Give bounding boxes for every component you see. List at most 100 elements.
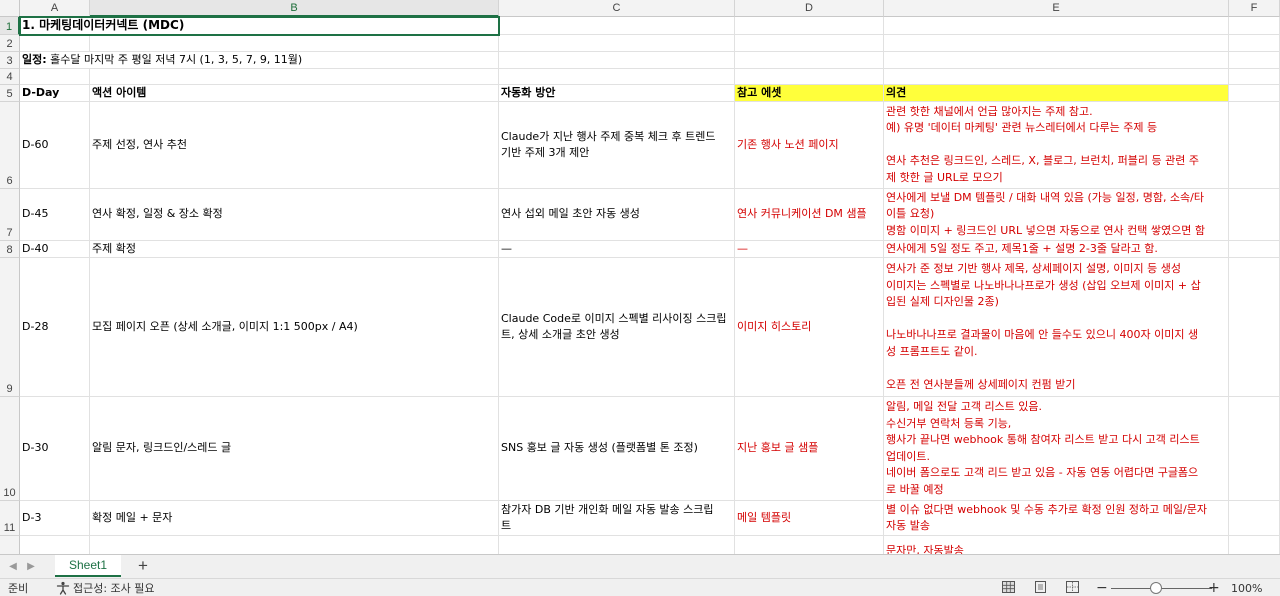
col-header-e[interactable]: E	[884, 0, 1229, 17]
table-cell-dday[interactable]: D-45	[20, 189, 90, 241]
table-cell-opinion[interactable]: 연사에게 5일 정도 주고, 제목1줄 + 설명 2-3줄 달라고 함.	[884, 241, 1229, 258]
cell[interactable]	[1229, 189, 1280, 241]
sheet-tab-sheet1[interactable]: Sheet1	[55, 555, 121, 577]
cell[interactable]	[735, 52, 884, 69]
cell[interactable]	[499, 52, 735, 69]
col-header-a[interactable]: A	[20, 0, 90, 17]
table-cell-dday[interactable]: D-30	[20, 397, 90, 501]
table-cell-asset[interactable]: 이미지 히스토리	[735, 258, 884, 397]
row-header-9[interactable]: 9	[0, 258, 20, 397]
cell[interactable]	[20, 69, 90, 85]
table-cell-opinion[interactable]: 연사가 준 정보 기반 행사 제목, 상세페이지 설명, 이미지 등 생성 이미…	[884, 258, 1229, 397]
zoom-slider-thumb[interactable]	[1150, 582, 1162, 594]
cell[interactable]	[1229, 102, 1280, 189]
header-asset[interactable]: 참고 에셋	[735, 85, 884, 102]
cell[interactable]	[1229, 35, 1280, 52]
table-cell-dday[interactable]: D-3	[20, 501, 90, 536]
cell[interactable]	[90, 69, 499, 85]
row-header-3[interactable]: 3	[0, 52, 20, 69]
row-header-10[interactable]: 10	[0, 397, 20, 501]
table-cell-action[interactable]: 주제 선정, 연사 추천	[90, 102, 499, 189]
table-cell-automation[interactable]: —	[499, 241, 735, 258]
cell[interactable]	[1229, 397, 1280, 501]
col-header-c[interactable]: C	[499, 0, 735, 17]
row-header-4[interactable]: 4	[0, 69, 20, 85]
zoom-out-button[interactable]: −	[1096, 580, 1108, 596]
row-header-6[interactable]: 6	[0, 102, 20, 189]
row-header-2[interactable]: 2	[0, 35, 20, 52]
header-action[interactable]: 액션 아이템	[90, 85, 499, 102]
table-cell-opinion[interactable]: 연사에게 보낼 DM 템플릿 / 대화 내역 있음 (가능 일정, 명함, 소속…	[884, 189, 1229, 241]
table-cell-opinion[interactable]: 문자만, 자동발송	[884, 536, 1229, 554]
row-header-1[interactable]: 1	[0, 17, 20, 35]
table-cell-action[interactable]: 확정 메일 + 문자	[90, 501, 499, 536]
table-cell-automation[interactable]: Claude가 지난 행사 주제 중복 체크 후 트렌드 기반 주제 3개 제안	[499, 102, 735, 189]
cell[interactable]	[1229, 85, 1280, 102]
table-cell-action[interactable]: 주제 확정	[90, 241, 499, 258]
table-cell-asset[interactable]: 연사 커뮤니케이션 DM 샘플	[735, 189, 884, 241]
table-cell-asset[interactable]: 기존 행사 노션 페이지	[735, 102, 884, 189]
table-cell-opinion[interactable]: 알림, 메일 전달 고객 리스트 있음. 수신거부 연락처 등록 기능, 행사가…	[884, 397, 1229, 501]
cell[interactable]	[1229, 52, 1280, 69]
page-layout-view-icon[interactable]	[1035, 581, 1046, 593]
table-cell-dday[interactable]: D-60	[20, 102, 90, 189]
table-cell-action[interactable]: 알림 문자, 링크드인/스레드 글	[90, 397, 499, 501]
add-sheet-button[interactable]: +	[134, 556, 152, 576]
table-cell-automation[interactable]: SNS 홍보 글 자동 생성 (플랫폼별 톤 조정)	[499, 397, 735, 501]
title-cell[interactable]: 1. 마케팅데이터커넥트 (MDC)	[19, 16, 500, 36]
cell[interactable]	[1229, 69, 1280, 85]
cell[interactable]	[20, 536, 90, 554]
col-header-b[interactable]: B	[90, 0, 499, 17]
table-cell-action[interactable]: 연사 확정, 일정 & 장소 확정	[90, 189, 499, 241]
select-all-corner[interactable]	[0, 0, 20, 17]
table-cell-asset[interactable]: —	[735, 241, 884, 258]
accessibility-status[interactable]: 접근성: 조사 필요	[56, 580, 155, 596]
header-opinion[interactable]: 의견	[884, 85, 1229, 102]
cell[interactable]	[1229, 501, 1280, 536]
row-header-12[interactable]	[0, 536, 20, 554]
header-dday[interactable]: D-Day	[20, 85, 90, 102]
cell[interactable]	[884, 52, 1229, 69]
next-sheet-icon[interactable]: ▶	[24, 559, 38, 573]
table-cell-automation[interactable]: Claude Code로 이미지 스펙별 리사이징 스크립 트, 상세 소개글 …	[499, 258, 735, 397]
row-header-5[interactable]: 5	[0, 85, 20, 102]
cell[interactable]	[20, 35, 90, 52]
table-cell-dday[interactable]: D-40	[20, 241, 90, 258]
cell[interactable]	[884, 35, 1229, 52]
prev-sheet-icon[interactable]: ◀	[6, 559, 20, 573]
table-cell-asset[interactable]: 지난 홍보 글 샘플	[735, 397, 884, 501]
cell[interactable]	[499, 69, 735, 85]
col-header-f[interactable]: F	[1229, 0, 1280, 17]
cell[interactable]	[499, 536, 735, 554]
cell[interactable]	[735, 17, 884, 35]
cell[interactable]	[735, 536, 884, 554]
cell[interactable]	[1229, 241, 1280, 258]
row-header-11[interactable]: 11	[0, 501, 20, 536]
col-header-d[interactable]: D	[735, 0, 884, 17]
cell[interactable]	[884, 69, 1229, 85]
table-cell-asset[interactable]: 메일 템플릿	[735, 501, 884, 536]
spreadsheet-grid[interactable]: A B C D E F 1 2 3 4 5 6 7 8 9 10 11 1. 마…	[0, 0, 1280, 554]
table-cell-automation[interactable]: 참가자 DB 기반 개인화 메일 자동 발송 스크립 트	[499, 501, 735, 536]
schedule-cell[interactable]: 일정: 홀수달 마지막 주 평일 저녁 7시 (1, 3, 5, 7, 9, 1…	[20, 52, 499, 69]
cell[interactable]	[1229, 258, 1280, 397]
cell[interactable]	[1229, 536, 1280, 554]
cell[interactable]	[499, 35, 735, 52]
cell[interactable]	[884, 17, 1229, 35]
zoom-in-button[interactable]: +	[1208, 580, 1220, 596]
table-cell-action[interactable]: 모집 페이지 오픈 (상세 소개글, 이미지 1:1 500px / A4)	[90, 258, 499, 397]
header-automation[interactable]: 자동화 방안	[499, 85, 735, 102]
cell[interactable]	[499, 17, 735, 35]
cell[interactable]	[735, 35, 884, 52]
table-cell-automation[interactable]: 연사 섭외 메일 초안 자동 생성	[499, 189, 735, 241]
table-cell-opinion[interactable]: 관련 핫한 채널에서 언급 많아지는 주제 참고. 예) 유명 '데이터 마케팅…	[884, 102, 1229, 189]
cell[interactable]	[735, 69, 884, 85]
page-break-view-icon[interactable]	[1066, 581, 1079, 593]
table-cell-dday[interactable]: D-28	[20, 258, 90, 397]
cell[interactable]	[90, 35, 499, 52]
cell[interactable]	[1229, 17, 1280, 35]
normal-view-icon[interactable]	[1002, 581, 1015, 593]
zoom-level[interactable]: 100%	[1231, 580, 1262, 596]
row-header-7[interactable]: 7	[0, 189, 20, 241]
row-header-8[interactable]: 8	[0, 241, 20, 258]
